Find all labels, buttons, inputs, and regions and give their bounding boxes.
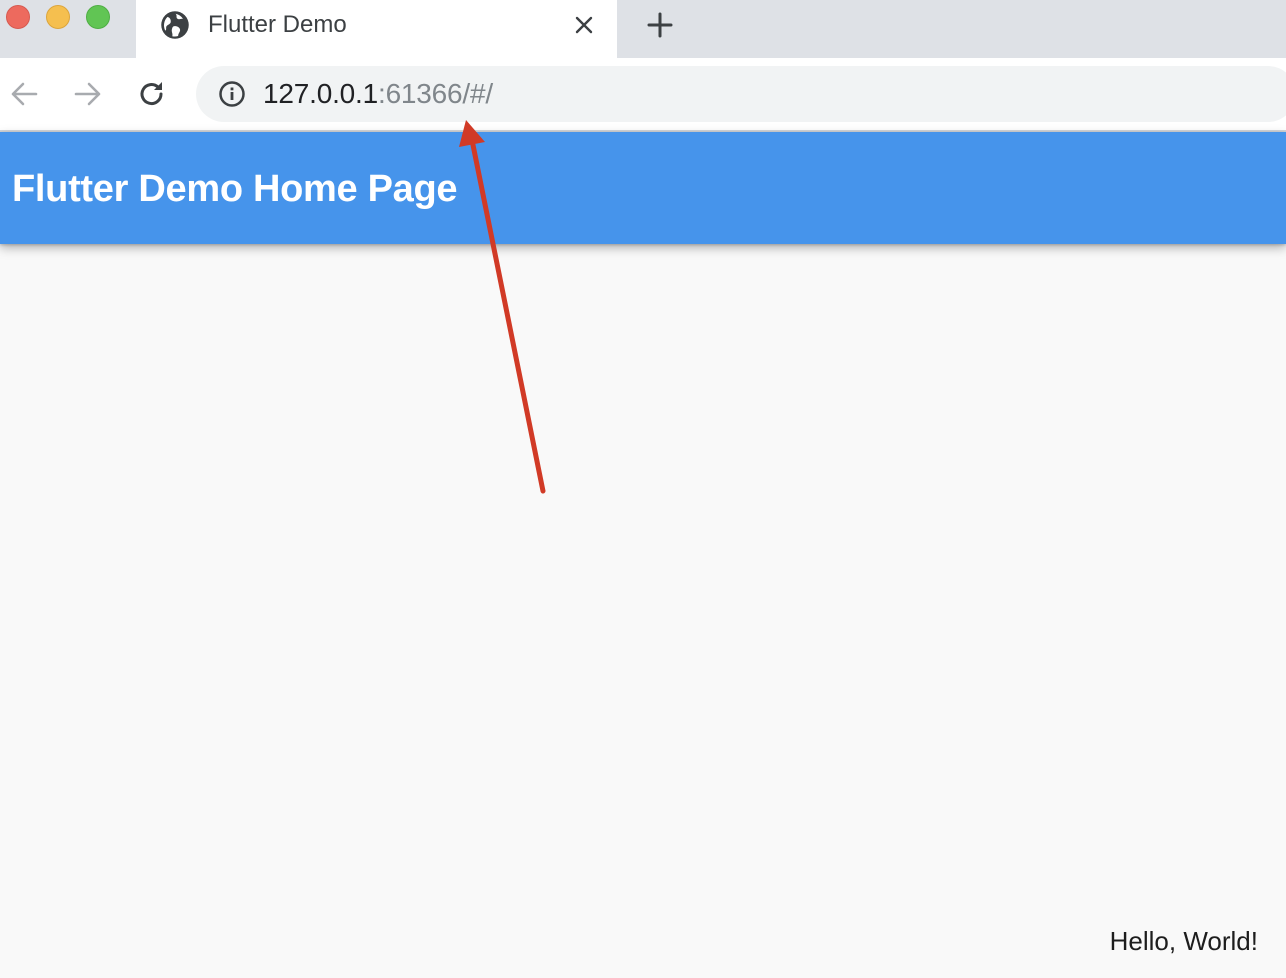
reload-button[interactable]	[132, 74, 172, 114]
app-bar: Flutter Demo Home Page	[0, 132, 1286, 244]
url-text[interactable]: 127.0.0.1:61366/#/	[263, 78, 493, 110]
new-tab-button[interactable]	[644, 9, 676, 41]
window-maximize-button[interactable]	[86, 5, 110, 29]
browser-toolbar: 127.0.0.1:61366/#/	[0, 58, 1286, 130]
plus-icon	[647, 12, 673, 38]
close-icon	[575, 16, 593, 34]
arrow-left-icon	[11, 82, 38, 106]
info-icon[interactable]	[218, 80, 246, 108]
tab-title: Flutter Demo	[208, 11, 347, 38]
page-title: Flutter Demo Home Page	[12, 168, 458, 210]
url-port-path: :61366/#/	[377, 78, 493, 109]
window-close-button[interactable]	[6, 5, 30, 29]
hello-world-text: Hello, World!	[1109, 926, 1258, 956]
arrow-right-icon	[74, 82, 101, 106]
address-bar[interactable]: 127.0.0.1:61366/#/	[196, 66, 1286, 122]
window-minimize-button[interactable]	[46, 5, 70, 29]
tab-strip: Flutter Demo	[0, 0, 1286, 58]
close-tab-button[interactable]	[570, 11, 598, 39]
url-host: 127.0.0.1	[263, 78, 378, 109]
back-button[interactable]	[4, 74, 44, 114]
globe-icon	[161, 11, 189, 39]
reload-icon	[140, 82, 163, 106]
tab-flutter-demo[interactable]: Flutter Demo	[136, 0, 617, 58]
forward-button[interactable]	[68, 74, 108, 114]
